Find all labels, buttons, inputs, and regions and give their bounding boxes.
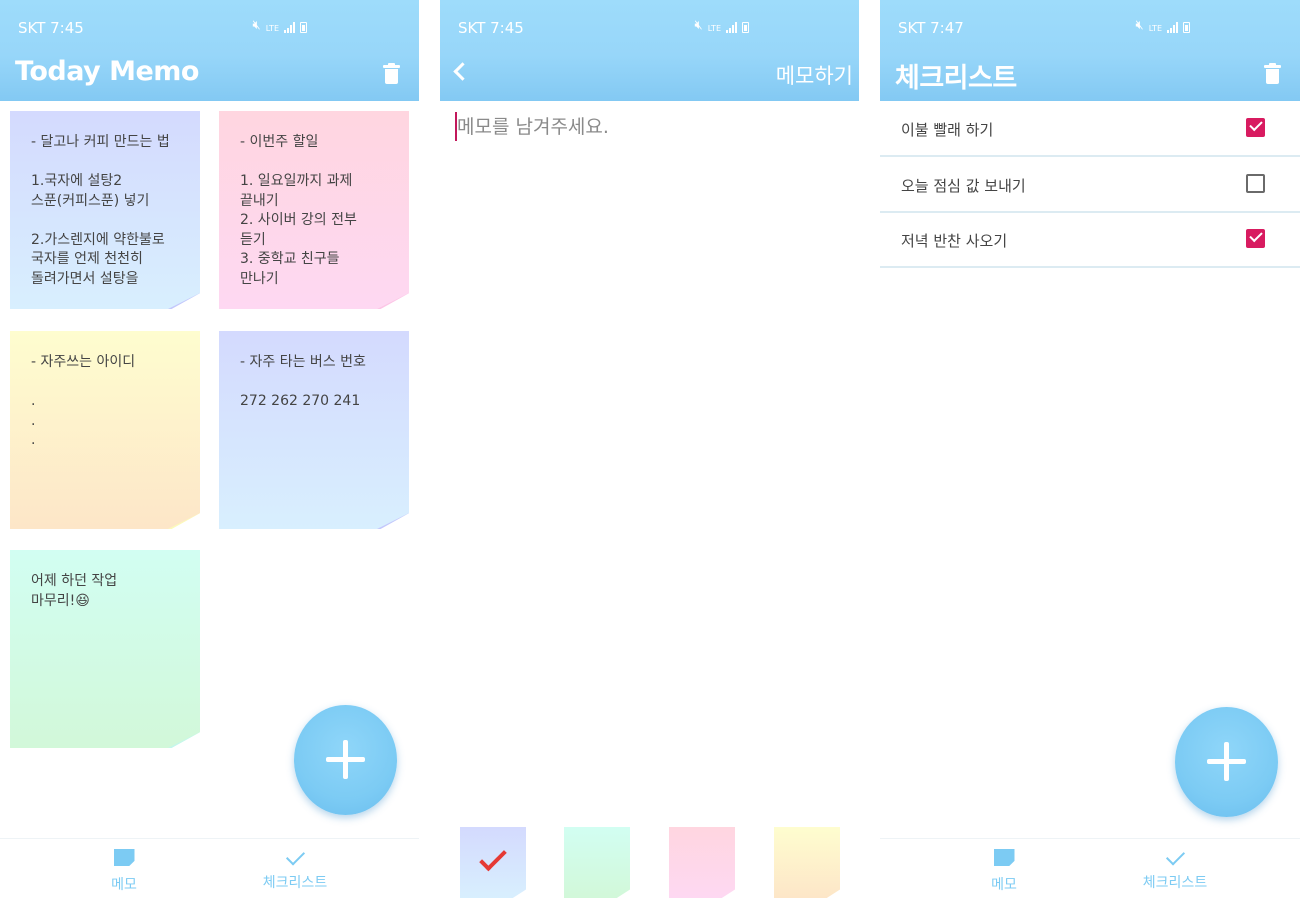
color-swatch-blue[interactable]: [460, 827, 526, 898]
lte-icon: LTE: [265, 24, 279, 33]
status-icons: 🔇︎ LTE: [252, 18, 307, 33]
memo-editor-screen: SKT 7:45 🔇︎ LTE 메모하기: [440, 0, 859, 900]
app-bar: SKT 7:45 🔇︎ LTE Today Memo: [0, 0, 419, 101]
app-title: Today Memo: [15, 56, 199, 87]
memo-note-text: - 자주쓰는 아이디 . . .: [31, 354, 136, 448]
add-checklist-button[interactable]: [1175, 707, 1278, 817]
app-bar: SKT 7:47 🔇︎ LTE 체크리스트: [880, 0, 1300, 101]
memo-icon: [113, 849, 135, 866]
memo-note-text: - 이번주 할일 1. 일요일까지 과제 끝내기 2. 사이버 강의 전부 듣기…: [240, 134, 357, 287]
checklist-item[interactable]: 오늘 점심 값 보내기: [880, 157, 1300, 213]
status-time: SKT 7:45: [458, 19, 524, 37]
checklist-screen: SKT 7:47 🔇︎ LTE 체크리스트 이불 빨래 하기 오늘 점심 값 보…: [880, 0, 1300, 900]
nav-memo[interactable]: 메모: [64, 849, 184, 894]
check-icon: [285, 846, 305, 866]
memo-note[interactable]: - 자주 타는 버스 번호 272 262 270 241: [219, 331, 409, 529]
checkbox-unchecked[interactable]: [1246, 174, 1265, 193]
color-swatch-yellow[interactable]: [774, 827, 840, 898]
checklist-item[interactable]: 이불 빨래 하기: [880, 101, 1300, 157]
lte-icon: LTE: [707, 24, 721, 33]
nav-memo-label: 메모: [111, 877, 137, 893]
checklist-item-label: 이불 빨래 하기: [901, 121, 994, 139]
checkbox-checked[interactable]: [1246, 229, 1265, 248]
mute-icon: 🔇︎: [1135, 18, 1144, 33]
app-bar: SKT 7:45 🔇︎ LTE 메모하기: [440, 0, 859, 101]
lte-icon: LTE: [1148, 24, 1162, 33]
memo-note-text: - 자주 타는 버스 번호 272 262 270 241: [240, 354, 366, 409]
app-title: 체크리스트: [895, 63, 1017, 94]
memo-input[interactable]: [454, 112, 849, 142]
battery-icon: [300, 22, 307, 33]
add-memo-button[interactable]: [294, 705, 397, 815]
nav-checklist[interactable]: 체크리스트: [235, 846, 355, 892]
bottom-nav: 메모 체크리스트: [0, 838, 419, 900]
battery-icon: [742, 22, 749, 33]
status-icons: 🔇︎ LTE: [694, 18, 749, 33]
memo-note[interactable]: - 이번주 할일 1. 일요일까지 과제 끝내기 2. 사이버 강의 전부 듣기…: [219, 111, 409, 309]
memo-icon: [993, 849, 1015, 866]
signal-icon: [1167, 22, 1178, 33]
status-time: SKT 7:45: [18, 19, 84, 37]
bottom-nav: 메모 체크리스트: [880, 838, 1300, 900]
checklist-item[interactable]: 저녁 반찬 사오기: [880, 212, 1300, 268]
status-time: SKT 7:47: [898, 19, 964, 37]
nav-checklist-label: 체크리스트: [262, 875, 328, 891]
signal-icon: [726, 22, 737, 33]
memo-note[interactable]: - 자주쓰는 아이디 . . .: [10, 331, 200, 529]
checklist-item-label: 저녁 반찬 사오기: [901, 232, 1008, 250]
nav-memo[interactable]: 메모: [944, 849, 1064, 894]
nav-checklist[interactable]: 체크리스트: [1115, 846, 1235, 892]
save-memo-button[interactable]: 메모하기: [776, 60, 853, 90]
trash-icon[interactable]: [383, 63, 400, 84]
memo-note[interactable]: 어제 하던 작업 마무리!😆: [10, 550, 200, 748]
checkbox-checked[interactable]: [1246, 118, 1265, 137]
memo-note[interactable]: - 달고나 커피 만드는 법 1.국자에 설탕2 스푼(커피스푼) 넣기 2.가…: [10, 111, 200, 309]
battery-icon: [1183, 22, 1190, 33]
nav-memo-label: 메모: [991, 877, 1017, 893]
check-icon: [1165, 846, 1185, 866]
color-swatch-green[interactable]: [564, 827, 630, 898]
checkmark-icon: [479, 843, 507, 872]
signal-icon: [284, 22, 295, 33]
status-icons: 🔇︎ LTE: [1135, 18, 1190, 33]
checklist-item-label: 오늘 점심 값 보내기: [901, 177, 1026, 195]
mute-icon: 🔇︎: [252, 18, 261, 33]
color-swatch-pink[interactable]: [669, 827, 735, 898]
memo-list-screen: SKT 7:45 🔇︎ LTE Today Memo - 달고나 커피 만드는 …: [0, 0, 419, 900]
back-icon[interactable]: [453, 62, 472, 81]
trash-icon[interactable]: [1264, 63, 1281, 84]
memo-note-text: - 달고나 커피 만드는 법 1.국자에 설탕2 스푼(커피스푼) 넣기 2.가…: [31, 134, 170, 287]
memo-note-text: 어제 하던 작업 마무리!😆: [31, 573, 118, 609]
nav-checklist-label: 체크리스트: [1142, 875, 1208, 891]
mute-icon: 🔇︎: [694, 18, 703, 33]
